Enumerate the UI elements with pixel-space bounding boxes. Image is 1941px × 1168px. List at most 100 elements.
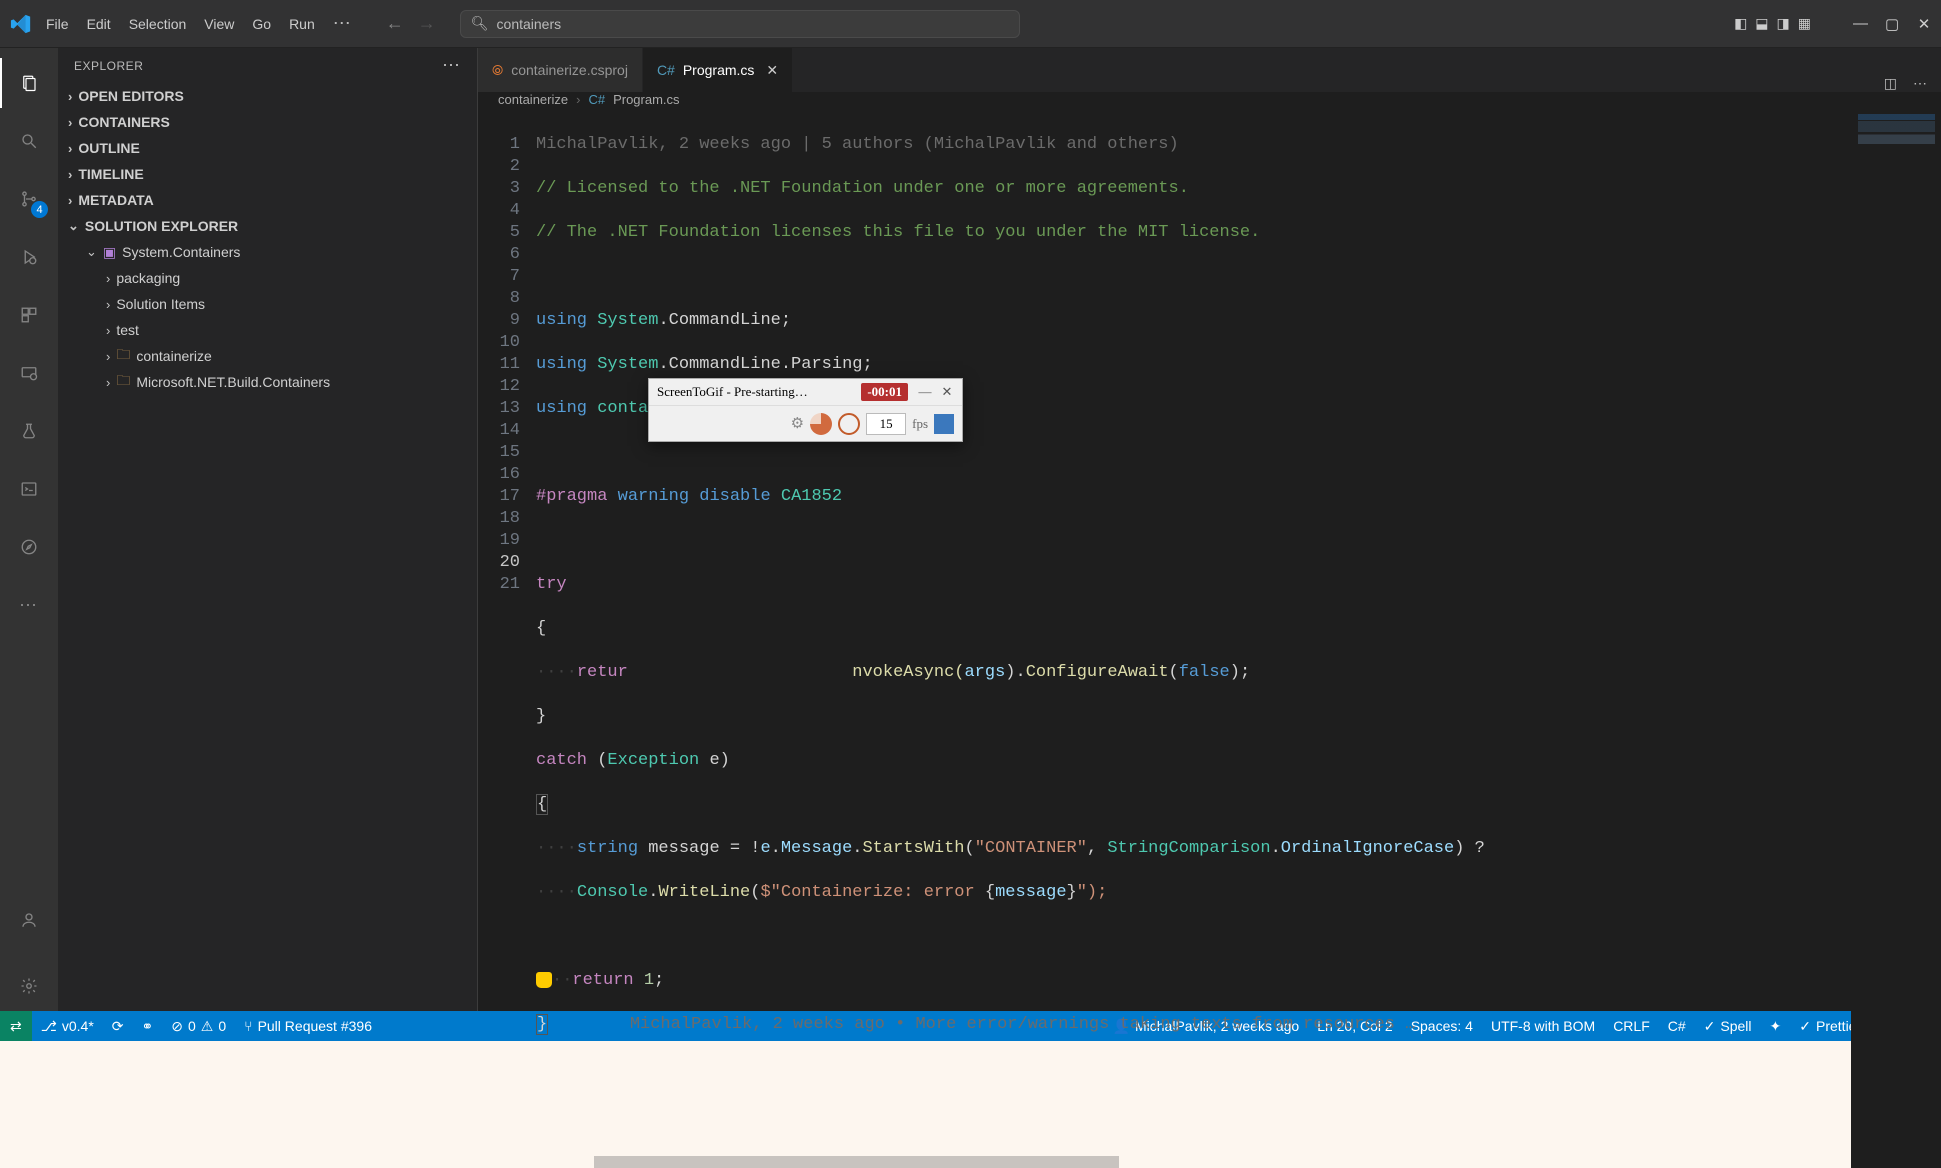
git-branch[interactable]: ⎇v0.4*	[32, 1011, 103, 1041]
scrollbar-thumb[interactable]	[594, 1156, 1119, 1168]
tree-containerize[interactable]: ›🗀containerize	[58, 343, 477, 369]
activity-bar: 4 ⋯	[0, 48, 58, 1011]
gear-icon[interactable]: ⚙	[791, 414, 804, 433]
explorer-tree: ›OPEN EDITORS ›CONTAINERS ›OUTLINE ›TIME…	[58, 83, 477, 1011]
section-outline[interactable]: ›OUTLINE	[58, 135, 477, 161]
layout-sidebar-right-icon[interactable]: ◨	[1777, 15, 1790, 32]
section-containers[interactable]: ›CONTAINERS	[58, 109, 477, 135]
search-icon: 🔍︎	[471, 15, 489, 32]
minimap[interactable]	[1851, 108, 1941, 1168]
tree-packaging[interactable]: ›packaging	[58, 265, 477, 291]
menu-go[interactable]: Go	[252, 16, 271, 32]
layout-panel-icon[interactable]: ⬓	[1755, 15, 1768, 32]
run-debug-icon[interactable]	[0, 232, 58, 282]
terminal-panel-icon[interactable]	[0, 464, 58, 514]
editor-actions: ◫ ⋯	[1870, 75, 1941, 92]
remote-explorer-icon[interactable]	[0, 348, 58, 398]
remote-icon: ⇄	[10, 1018, 22, 1035]
branch-icon: ⎇	[41, 1018, 57, 1035]
sync-icon: ⟳	[112, 1018, 124, 1035]
testing-icon[interactable]	[0, 406, 58, 456]
explorer-panel: EXPLORER ⋯ ›OPEN EDITORS ›CONTAINERS ›OU…	[58, 48, 478, 1011]
close-window-icon[interactable]: ✕	[1917, 15, 1931, 33]
menu-file[interactable]: File	[46, 16, 69, 32]
main-menu: File Edit Selection View Go Run	[46, 16, 315, 32]
menu-view[interactable]: View	[204, 16, 234, 32]
graph-icon: ⚭	[142, 1018, 154, 1035]
explorer-title: EXPLORER	[74, 59, 143, 73]
tree-test[interactable]: ›test	[58, 317, 477, 343]
nav-forward-icon[interactable]: →	[418, 13, 436, 34]
tree-msbuild-containers[interactable]: ›🗀Microsoft.NET.Build.Containers	[58, 369, 477, 395]
editor-group: ⦾ containerize.csproj C# Program.cs ✕ ◫ …	[478, 48, 1941, 1011]
countdown-pie-icon	[810, 413, 832, 435]
section-timeline[interactable]: ›TIMELINE	[58, 161, 477, 187]
graph-button[interactable]: ⚭	[133, 1011, 163, 1041]
split-editor-icon[interactable]: ◫	[1884, 75, 1897, 92]
minimize-icon[interactable]: ―	[914, 384, 936, 400]
tab-csproj[interactable]: ⦾ containerize.csproj	[478, 48, 643, 92]
command-center-text: containers	[497, 16, 562, 32]
maximize-icon[interactable]: ▢	[1885, 15, 1899, 33]
source-control-icon[interactable]: 4	[0, 174, 58, 224]
settings-gear-icon[interactable]	[0, 961, 58, 1011]
error-icon: ⊘	[171, 1018, 183, 1035]
account-icon[interactable]	[0, 895, 58, 945]
nav-back-icon[interactable]: ←	[386, 13, 404, 34]
titlebar: File Edit Selection View Go Run ⋯ ← → 🔍︎…	[0, 0, 1941, 48]
layout-customize-icon[interactable]: ▦	[1798, 15, 1811, 32]
close-icon[interactable]: ✕	[936, 384, 958, 400]
layout-sidebar-left-icon[interactable]: ◧	[1734, 15, 1747, 32]
color-swatch[interactable]	[934, 414, 954, 434]
menu-selection[interactable]: Selection	[129, 16, 187, 32]
solution-root[interactable]: ⌄▣System.Containers	[58, 239, 477, 265]
crumb-file[interactable]: Program.cs	[613, 92, 679, 107]
csharp-file-icon: C#	[657, 62, 675, 78]
nav-arrows: ← →	[386, 13, 436, 34]
fps-input[interactable]: 15	[866, 413, 906, 435]
pull-request[interactable]: ⑂Pull Request #396	[235, 1011, 381, 1041]
menu-edit[interactable]: Edit	[87, 16, 111, 32]
extensions-icon[interactable]	[0, 290, 58, 340]
screentogif-toolbar: ⚙ 15 fps	[649, 405, 962, 441]
tree-solution-items[interactable]: ›Solution Items	[58, 291, 477, 317]
compass-icon[interactable]	[0, 522, 58, 572]
tab-label: containerize.csproj	[511, 62, 628, 78]
code-content[interactable]: MichalPavlik, 2 weeks ago | 5 authors (M…	[536, 108, 1851, 1168]
command-center[interactable]: 🔍︎ containers	[460, 10, 1020, 38]
workbench: 4 ⋯ EXPLORER ⋯ ›OPEN EDITORS ›CONTAINERS…	[0, 48, 1941, 1011]
close-tab-icon[interactable]: ✕	[766, 62, 778, 79]
lightbulb-icon[interactable]	[536, 972, 552, 988]
crumb-root[interactable]: containerize	[498, 92, 568, 107]
search-view-icon[interactable]	[0, 116, 58, 166]
scm-badge: 4	[31, 201, 48, 218]
editor-tabs: ⦾ containerize.csproj C# Program.cs ✕ ◫ …	[478, 48, 1941, 92]
chevron-right-icon: ›	[576, 92, 580, 107]
section-open-editors[interactable]: ›OPEN EDITORS	[58, 83, 477, 109]
section-solution-explorer[interactable]: ⌄SOLUTION EXPLORER	[58, 213, 477, 239]
explorer-more-icon[interactable]: ⋯	[442, 55, 461, 76]
screentogif-window[interactable]: ScreenToGif - Pre-starting… -00:01 ― ✕ ⚙…	[648, 378, 963, 442]
breadcrumb[interactable]: containerize › C# Program.cs	[478, 92, 1941, 108]
sync-button[interactable]: ⟳	[103, 1011, 133, 1041]
overflow-icon[interactable]: ⋯	[0, 580, 58, 630]
minimize-icon[interactable]: ―	[1853, 15, 1867, 32]
tab-program-cs[interactable]: C# Program.cs ✕	[643, 48, 793, 92]
vscode-window: File Edit Selection View Go Run ⋯ ← → 🔍︎…	[0, 0, 1941, 1041]
tab-label: Program.cs	[683, 62, 755, 78]
menu-overflow-icon[interactable]: ⋯	[333, 13, 352, 34]
horizontal-scrollbar[interactable]	[594, 1156, 1761, 1168]
problems[interactable]: ⊘0 ⚠0	[162, 1011, 235, 1041]
record-button[interactable]	[838, 413, 860, 435]
section-metadata[interactable]: ›METADATA	[58, 187, 477, 213]
menu-run[interactable]: Run	[289, 16, 315, 32]
editor-more-icon[interactable]: ⋯	[1913, 75, 1927, 92]
codelens[interactable]: MichalPavlik, 2 weeks ago | 5 authors (M…	[536, 134, 1851, 156]
code-editor[interactable]: 123456789101112131415161718192021 Michal…	[478, 108, 1941, 1168]
remote-indicator[interactable]: ⇄	[0, 1011, 32, 1041]
csharp-file-icon: C#	[588, 92, 605, 107]
screentogif-titlebar[interactable]: ScreenToGif - Pre-starting… -00:01 ― ✕	[649, 379, 962, 405]
vscode-logo-icon	[10, 13, 32, 35]
title-controls: ◧ ⬓ ◨ ▦ ― ▢ ✕	[1734, 15, 1931, 33]
explorer-icon[interactable]	[0, 58, 58, 108]
